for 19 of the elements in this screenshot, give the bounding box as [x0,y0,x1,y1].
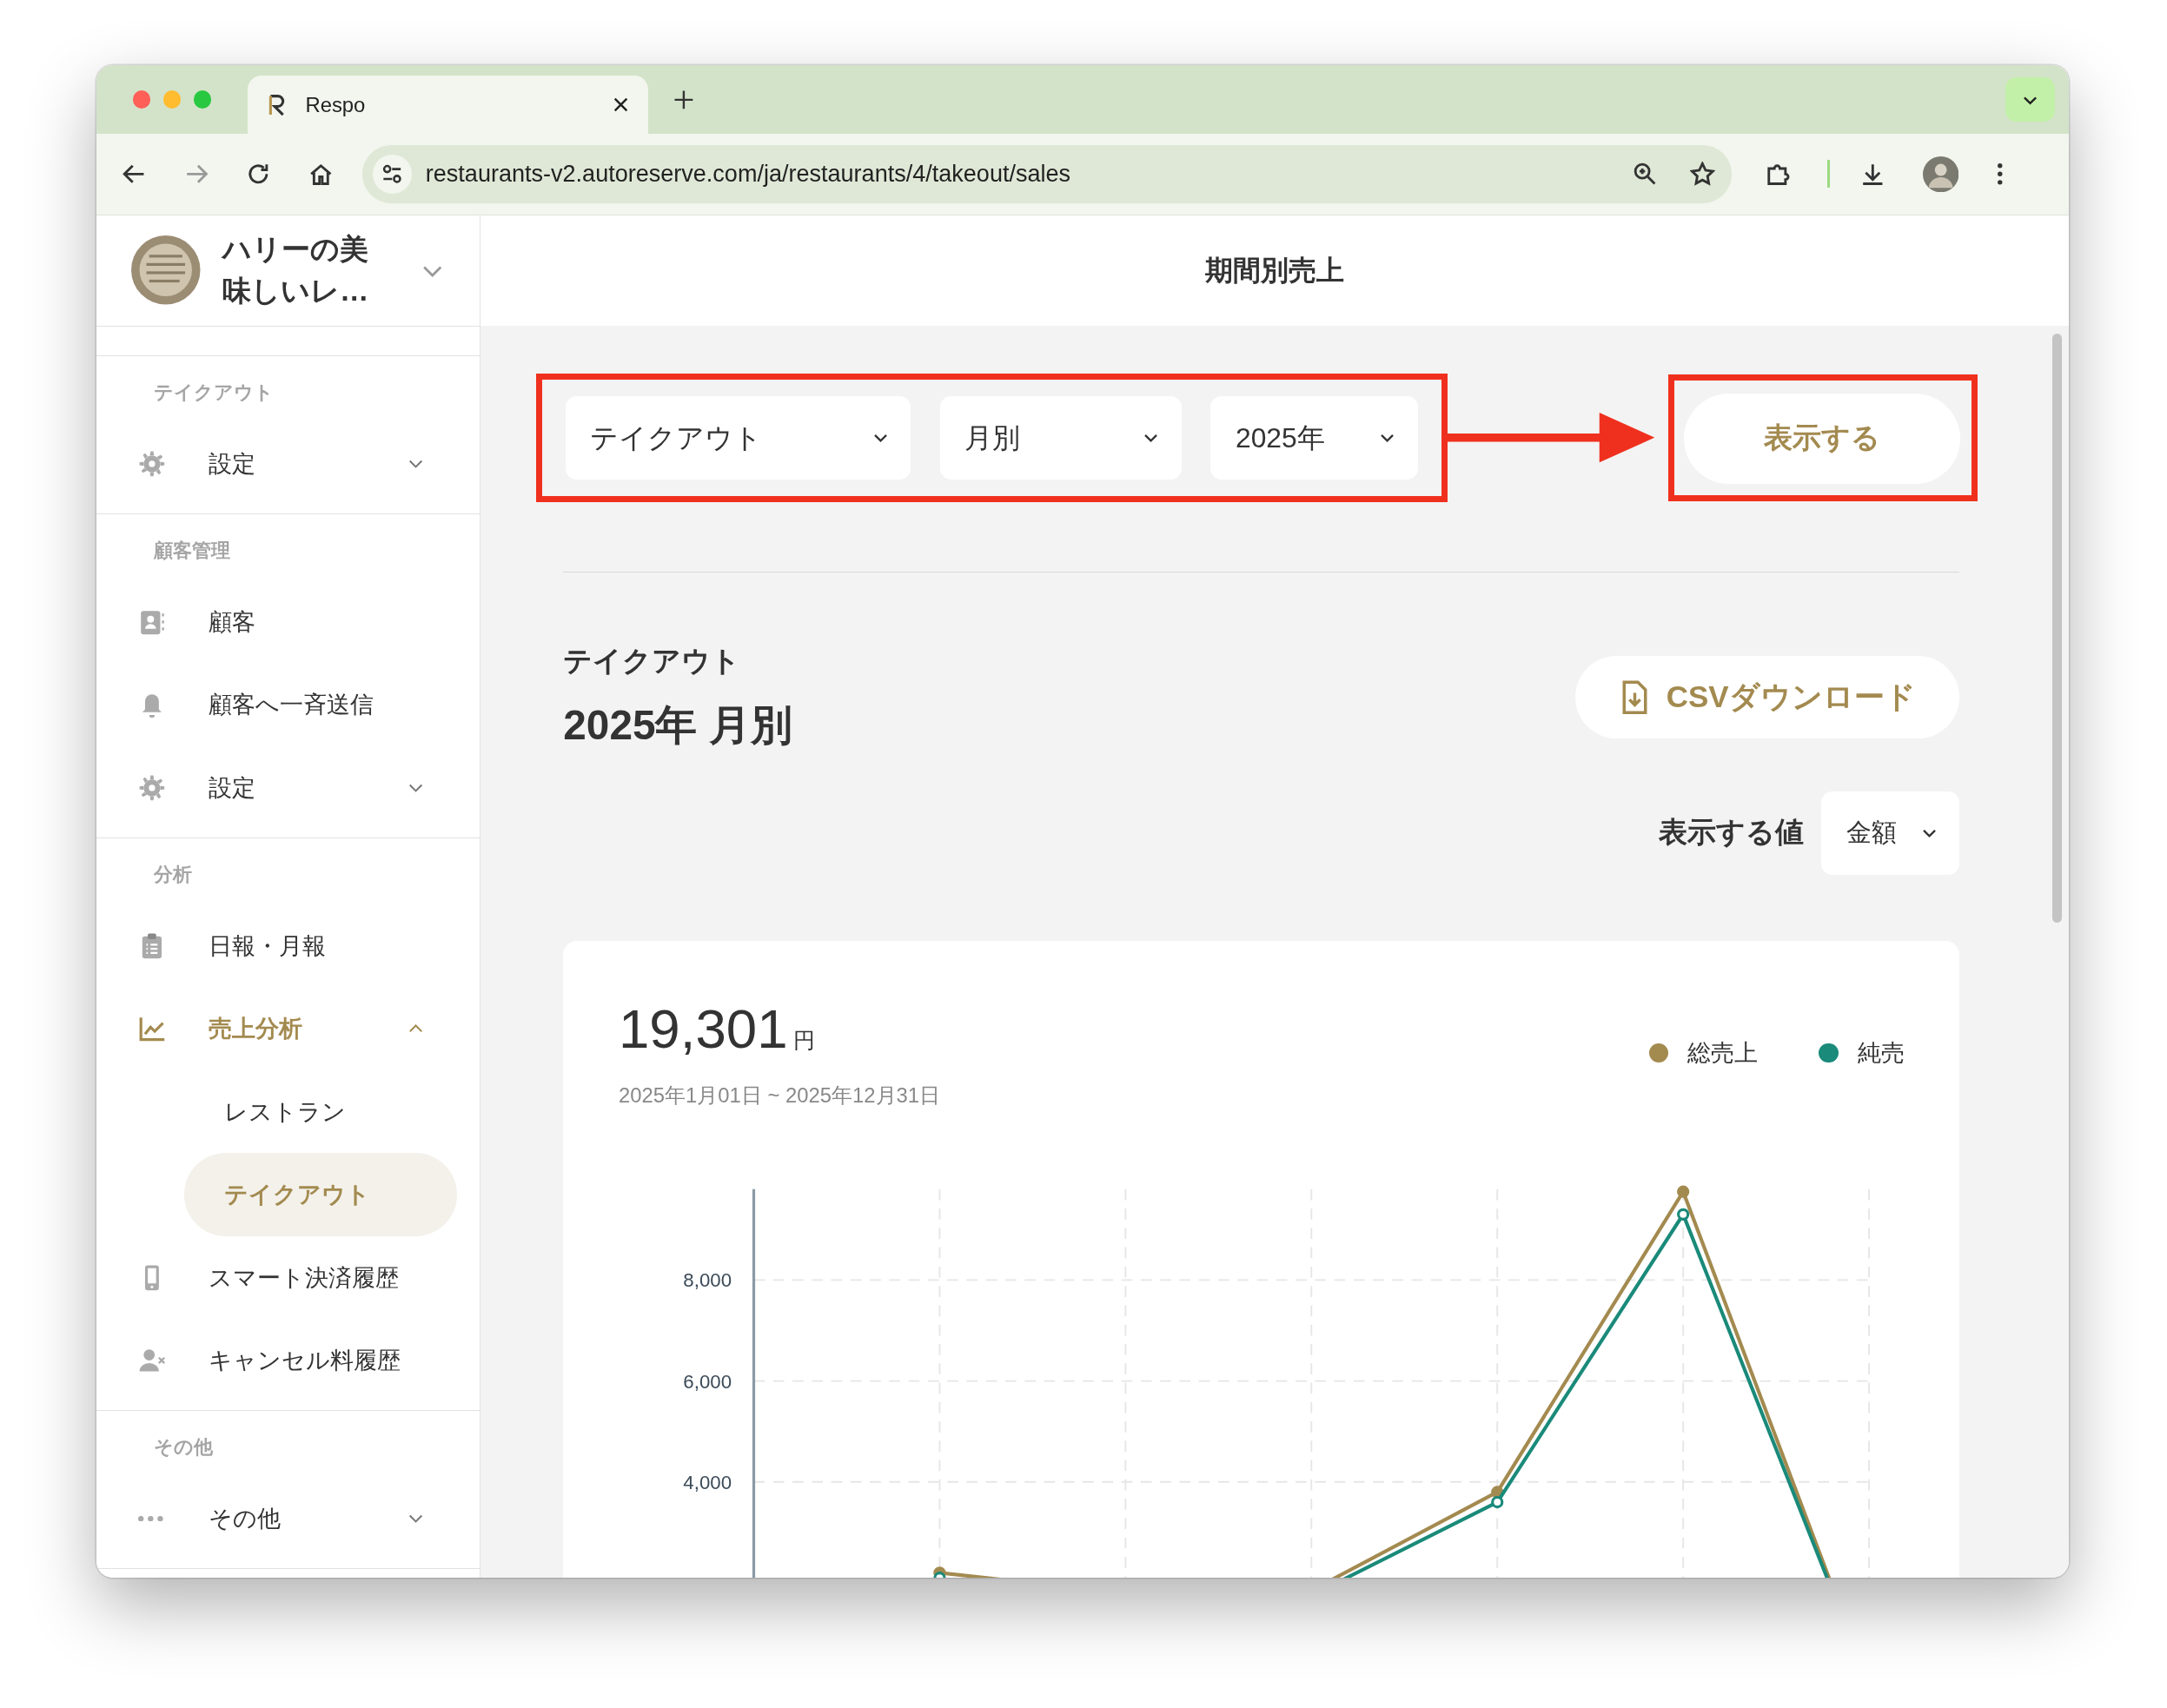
section-heading: テイクアウト [152,381,275,406]
axis-tick-label: 4,000 [683,1472,732,1494]
page-title: 期間別売上 [480,215,2070,326]
legend-label: 純売 [1857,1039,1905,1069]
url-text: restaurants-v2.autoreserve.com/ja/restaurants/4/takeout/sales [425,160,1071,188]
section-heading: 分析 [152,863,193,888]
total-amount: 19,301 [618,996,788,1060]
tab-title: Respo [305,92,367,117]
axis-tick-label: 6,000 [683,1371,732,1393]
report-category: テイクアウト [563,643,742,679]
value-label: 表示する値 [1658,815,1804,851]
report-heading: 2025年 月別 [563,700,792,750]
section-heading: その他 [152,1435,214,1460]
date-range: 2025年1月01日 ~ 2025年12月31日 [618,1082,941,1109]
section-heading: 顧客管理 [152,539,231,564]
axis-tick-label: 8,000 [683,1269,732,1292]
restaurant-name: ハリーの美味しいレ… [222,232,370,309]
legend-label: 総売上 [1687,1039,1759,1069]
currency-unit: 円 [792,1026,815,1054]
